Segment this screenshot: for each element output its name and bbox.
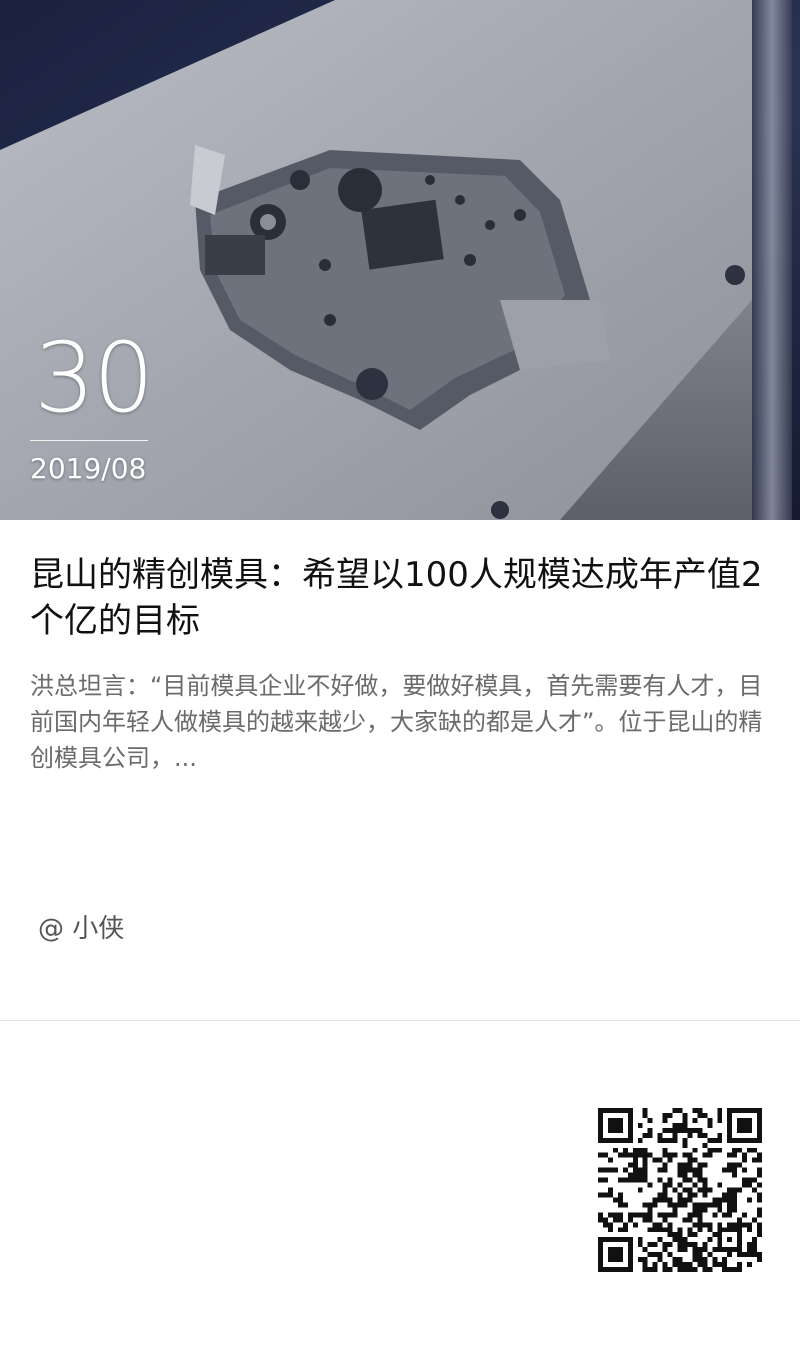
- date-day: 30: [34, 322, 154, 434]
- section-divider: [0, 1020, 800, 1021]
- mold-photo: [0, 0, 800, 520]
- hero-image: 30 2019/08: [0, 0, 800, 520]
- qr-code-graphic: [598, 1108, 762, 1272]
- share-card: 30 2019/08 昆山的精创模具：希望以100人规模达成年产值2个亿的目标 …: [0, 0, 800, 1360]
- date-divider: [30, 440, 148, 441]
- article-summary: 洪总坦言：“目前模具企业不好做，要做好模具，首先需要有人才，目前国内年轻人做模具…: [30, 672, 763, 772]
- article-author: @ 小侠: [38, 914, 125, 944]
- article-title: 昆山的精创模具：希望以100人规模达成年产值2个亿的目标: [30, 555, 763, 641]
- date-year-month: 2019/08: [30, 452, 147, 485]
- qr-code-icon: [598, 1108, 762, 1272]
